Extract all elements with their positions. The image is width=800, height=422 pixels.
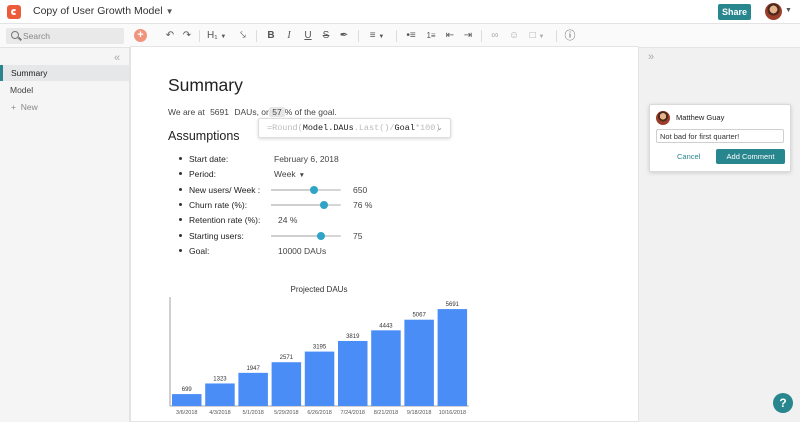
- collapse-sidebar-icon[interactable]: «: [114, 52, 120, 64]
- toolbar: ↶ ↷ H₁ ▼ ⤥ B I U S ✒ ≡ ▼ •≡ 1≡ ⇤ ⇥ ∞ ☺ □…: [0, 24, 800, 48]
- help-button[interactable]: ?: [773, 393, 793, 413]
- bar-data-label: 1947: [246, 366, 260, 372]
- highlight-icon[interactable]: ✒: [338, 29, 350, 43]
- toolbar-divider: [256, 30, 257, 42]
- chevron-down-icon: ▼: [220, 34, 227, 40]
- chart-bar: [404, 319, 434, 406]
- comment-input[interactable]: [656, 129, 784, 143]
- toolbar-divider: [396, 30, 397, 42]
- toolbar-divider: [358, 30, 359, 42]
- formula-last: .Last()/: [353, 123, 395, 133]
- x-tick-label: 3/6/2018: [176, 410, 197, 416]
- chart-bar: [304, 351, 335, 406]
- comment-card: Matthew Guay Cancel Add Comment: [649, 104, 791, 172]
- doc-title[interactable]: Copy of User Growth Model ▼: [33, 5, 173, 17]
- link-icon[interactable]: ∞: [488, 29, 502, 43]
- x-tick-label: 7/24/2018: [341, 410, 365, 416]
- align-dropdown[interactable]: ≡ ▼: [366, 29, 388, 43]
- document-page: Summary We are at 5691 DAUs, or 57% of t…: [130, 46, 639, 422]
- x-tick-label: 5/29/2018: [274, 410, 298, 416]
- bar-data-label: 699: [182, 387, 193, 393]
- toolbar-divider: [556, 30, 557, 42]
- bulleted-list-icon[interactable]: •≡: [404, 29, 418, 43]
- formula-model-ref[interactable]: Model.DAUs: [303, 123, 354, 133]
- sidebar-item-summary[interactable]: Summary: [0, 65, 129, 81]
- strikethrough-icon[interactable]: S: [320, 29, 332, 43]
- x-tick-label: 10/16/2018: [439, 410, 467, 416]
- undo-icon[interactable]: ↶: [164, 29, 176, 43]
- chevron-down-icon: ▼: [538, 34, 545, 40]
- sidebar: « Summary Model + New: [0, 48, 130, 422]
- commenter-avatar: [656, 111, 670, 125]
- toolbar-divider: [199, 30, 200, 42]
- redo-icon[interactable]: ↷: [181, 29, 193, 43]
- bar-data-label: 1323: [213, 376, 227, 382]
- chart-bar: [338, 340, 368, 406]
- doc-title-text: Copy of User Growth Model: [33, 5, 163, 17]
- add-icon[interactable]: +: [134, 29, 147, 42]
- bar-data-label: 5067: [412, 313, 426, 319]
- outdent-icon[interactable]: ⇤: [443, 29, 457, 43]
- chart-bar: [371, 330, 401, 406]
- comment-dropdown[interactable]: □ ▼: [525, 29, 549, 43]
- avatar-chevron-down-icon[interactable]: ▼: [785, 7, 792, 14]
- search-icon: [11, 31, 19, 39]
- chart-bar: [172, 394, 202, 406]
- toolbar-divider: [481, 30, 482, 42]
- x-tick-label: 6/26/2018: [307, 410, 331, 416]
- chart-bar: [437, 309, 468, 406]
- search-box[interactable]: [6, 28, 124, 44]
- bar-data-label: 5691: [446, 302, 460, 308]
- bar-data-label: 3195: [313, 345, 327, 351]
- x-tick-label: 5/1/2018: [242, 410, 263, 416]
- formula-prefix: =Round(: [267, 123, 303, 133]
- bar-data-label: 2571: [280, 355, 294, 361]
- heading-label: H₁: [207, 30, 218, 41]
- projected-daus-chart: 699 3/6/2018 1323 4/3/2018 1947 5/1/2018 2571 5…: [169, 297, 469, 416]
- sidebar-item-model[interactable]: Model: [0, 82, 129, 98]
- info-icon[interactable]: ⓘ: [563, 29, 577, 43]
- chevron-down-icon: ▼: [165, 7, 174, 16]
- bar-data-label: 3819: [346, 334, 360, 340]
- heading-dropdown[interactable]: H₁ ▼: [207, 29, 231, 43]
- emoji-icon[interactable]: ☺: [507, 29, 521, 43]
- numbered-list-icon[interactable]: 1≡: [424, 29, 438, 43]
- chevron-down-icon: ▼: [378, 34, 385, 40]
- formula-popup[interactable]: =Round(Model.DAUs.Last()/Goal*100) ⌄: [258, 118, 451, 138]
- chart-bar: [271, 362, 302, 406]
- formula-goal-ref[interactable]: Goal: [395, 123, 415, 133]
- chevron-down-icon[interactable]: ⌄: [436, 119, 443, 137]
- new-section-button[interactable]: + New: [11, 102, 38, 112]
- chart-bar: [238, 372, 268, 406]
- user-avatar[interactable]: [765, 3, 782, 20]
- coda-logo-icon[interactable]: [7, 5, 21, 19]
- search-input[interactable]: [23, 29, 119, 43]
- commenter-name: Matthew Guay: [676, 113, 725, 122]
- add-comment-button[interactable]: Add Comment: [716, 149, 785, 164]
- underline-icon[interactable]: U: [302, 29, 314, 43]
- share-button[interactable]: Share: [718, 4, 751, 20]
- x-tick-label: 8/21/2018: [374, 410, 398, 416]
- italic-icon[interactable]: I: [283, 29, 295, 43]
- top-bar: Copy of User Growth Model ▼ Share ▼: [0, 0, 800, 24]
- indent-icon[interactable]: ⇥: [461, 29, 475, 43]
- bold-icon[interactable]: B: [265, 29, 277, 43]
- new-section-label: New: [20, 102, 38, 112]
- more-text-styles-icon[interactable]: ⤥: [236, 29, 250, 43]
- expand-panel-icon[interactable]: »: [648, 51, 654, 63]
- chart-bar: [205, 383, 235, 406]
- bar-data-label: 4443: [379, 323, 393, 329]
- plus-icon: +: [11, 102, 16, 112]
- x-tick-label: 4/3/2018: [209, 410, 230, 416]
- x-tick-label: 9/18/2018: [407, 410, 431, 416]
- cancel-button[interactable]: Cancel: [677, 152, 700, 161]
